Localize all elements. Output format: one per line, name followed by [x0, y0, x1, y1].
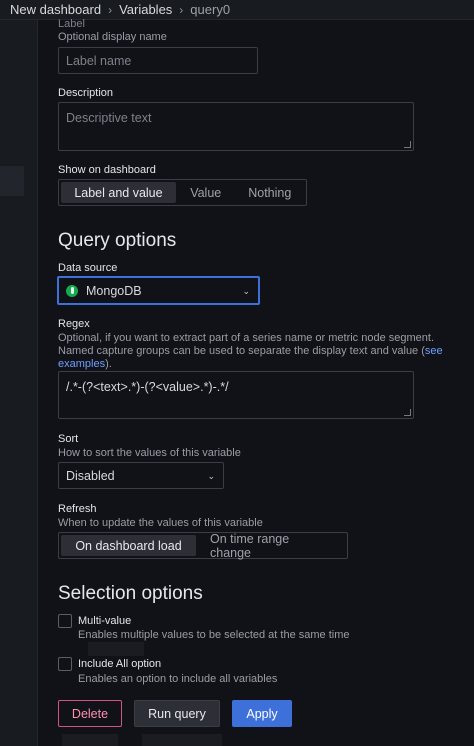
sort-value: Disabled — [66, 468, 115, 483]
option-nothing[interactable]: Nothing — [236, 182, 304, 203]
see-examples-link[interactable]: see — [425, 345, 443, 357]
include-all-label[interactable]: Include All option — [78, 658, 161, 670]
breadcrumb-current: query0 — [190, 2, 231, 17]
resize-handle-icon[interactable] — [404, 141, 411, 148]
breadcrumb-variables[interactable]: Variables — [119, 2, 172, 17]
show-on-dashboard-label: Show on dashboard — [58, 164, 156, 176]
description-textarea[interactable]: Descriptive text — [58, 102, 414, 151]
option-value[interactable]: Value — [178, 182, 234, 203]
sort-select[interactable]: Disabled ⌄ — [58, 462, 224, 489]
chevron-down-icon: ⌄ — [242, 285, 250, 296]
option-label-and-value[interactable]: Label and value — [61, 182, 176, 203]
sort-label: Sort — [58, 433, 79, 445]
regex-description: Optional, if you want to extract part of… — [58, 332, 458, 371]
left-rail-highlight — [0, 166, 24, 196]
show-on-dashboard-toggle: Label and value Value Nothing — [58, 179, 307, 206]
refresh-description: When to update the values of this variab… — [58, 517, 263, 529]
include-all-description: Enables an option to include all variabl… — [78, 673, 278, 685]
include-all-checkbox[interactable] — [58, 657, 72, 671]
description-field-label: Description — [58, 87, 114, 99]
query-options-title: Query options — [58, 230, 177, 251]
label-field-label: Label — [58, 18, 85, 30]
label-name-input[interactable]: Label name — [58, 47, 258, 74]
mongodb-leaf-icon — [66, 284, 78, 297]
shadow-block — [88, 642, 144, 656]
multi-value-checkbox[interactable] — [58, 614, 72, 628]
selection-options-title: Selection options — [58, 583, 203, 604]
option-on-dashboard-load[interactable]: On dashboard load — [61, 535, 196, 556]
regex-value: /.*-(?<text>.*)-(?<value>.*)-.*/ — [66, 380, 229, 394]
data-source-value: MongoDB — [86, 283, 142, 298]
chevron-right-icon: › — [179, 2, 184, 17]
delete-button[interactable]: Delete — [58, 700, 122, 727]
label-field-description: Optional display name — [58, 31, 167, 43]
breadcrumb: New dashboard › Variables › query0 — [0, 0, 474, 20]
multi-value-description: Enables multiple values to be selected a… — [78, 629, 350, 641]
regex-label: Regex — [58, 318, 90, 330]
see-examples-link-cont[interactable]: examples — [58, 358, 105, 370]
regex-description-line1: Optional, if you want to extract part of… — [58, 332, 435, 344]
sort-description: How to sort the values of this variable — [58, 447, 241, 459]
data-source-label: Data source — [58, 262, 118, 274]
apply-button[interactable]: Apply — [232, 700, 292, 727]
multi-value-label[interactable]: Multi-value — [78, 615, 131, 627]
regex-description-end: ). — [105, 358, 112, 370]
regex-textarea[interactable]: /.*-(?<text>.*)-(?<value>.*)-.*/ — [58, 371, 414, 419]
breadcrumb-dashboard[interactable]: New dashboard — [10, 2, 101, 17]
chevron-down-icon: ⌄ — [207, 470, 215, 481]
resize-handle-icon[interactable] — [404, 409, 411, 416]
data-source-select[interactable]: MongoDB ⌄ — [57, 276, 260, 305]
shadow-block — [142, 734, 222, 746]
regex-description-line2: Named capture groups can be used to sepa… — [58, 345, 425, 357]
refresh-label: Refresh — [58, 503, 97, 515]
run-query-button[interactable]: Run query — [134, 700, 220, 727]
refresh-toggle: On dashboard load On time range change — [58, 532, 348, 560]
chevron-right-icon: › — [108, 2, 113, 17]
shadow-block — [62, 734, 118, 746]
description-placeholder: Descriptive text — [66, 111, 152, 125]
left-rail — [0, 20, 38, 746]
option-on-time-range-change[interactable]: On time range change — [198, 532, 345, 560]
